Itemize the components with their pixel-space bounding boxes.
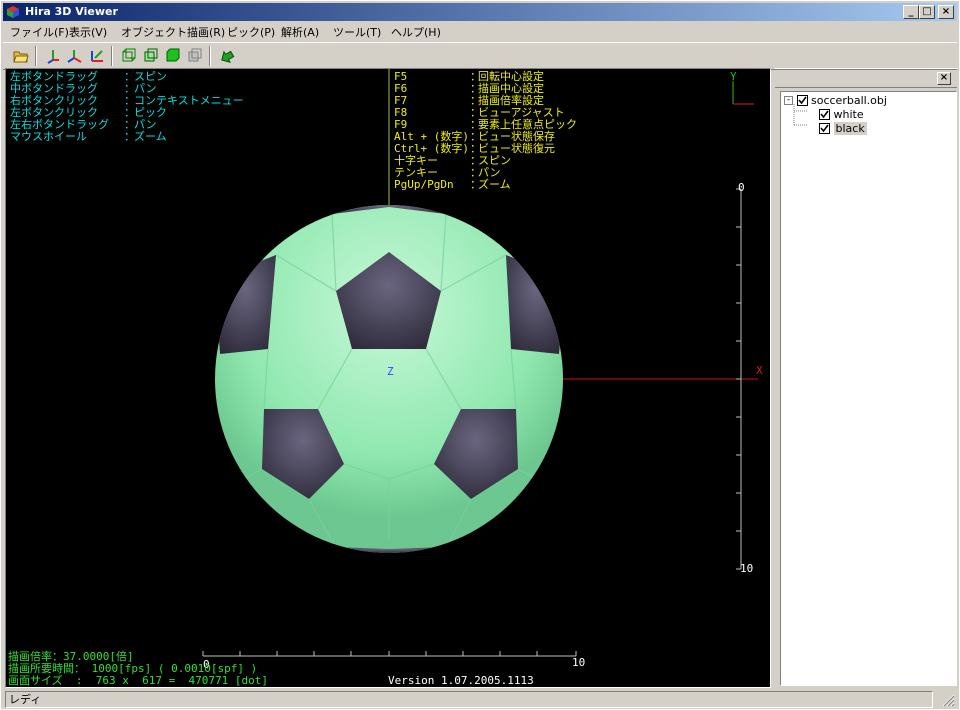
maximize-icon: □	[922, 6, 932, 17]
resize-grip-icon[interactable]	[941, 693, 955, 707]
help-key: PgUp/PgDn	[394, 178, 454, 191]
version-label: Version 1.07.2005.1113	[388, 674, 534, 687]
z-axis-label: Z	[387, 365, 394, 378]
ruler-v-bottom-label: 10	[740, 562, 754, 575]
axis-y-icon	[47, 50, 59, 64]
wire-cube-button[interactable]	[141, 46, 161, 66]
tree-root-node[interactable]: - soccerball.obj	[784, 94, 887, 108]
tree-child-label: black	[833, 122, 867, 135]
tree-child-white[interactable]: white	[819, 108, 864, 122]
scene-canvas[interactable]	[6, 69, 771, 688]
wire-cube-icon	[144, 48, 158, 62]
tree-root-label: soccerball.obj	[811, 94, 887, 107]
app-window: Hira 3D Viewer _ □ × ファイル(F) 表示(V) オブジェク…	[0, 0, 960, 710]
horizontal-ruler	[202, 651, 577, 657]
screen-size-stat: 画面サイズ : 763 x 617 = 470771 [dot]	[8, 674, 268, 687]
gizmo-y-label: Y	[730, 70, 737, 83]
close-icon: ×	[941, 6, 951, 17]
close-button[interactable]: ×	[938, 5, 954, 19]
solid-cube-button[interactable]	[163, 46, 183, 66]
3d-viewport[interactable]: Y X Z 0 10 0 10 左ボタンドラッグ：スピン 中ボタンドラッグ：パン…	[5, 68, 771, 688]
toolbar-separator	[111, 46, 113, 66]
minimize-icon: _	[908, 6, 914, 17]
check-icon	[820, 124, 829, 132]
wireframe-button[interactable]	[119, 46, 139, 66]
tree-child-black[interactable]: black	[819, 122, 867, 136]
tree-child-label: white	[833, 108, 864, 121]
ruler-h-right-label: 10	[572, 656, 586, 669]
help-action: ズーム	[134, 130, 167, 143]
axis-zx-icon	[91, 50, 103, 62]
minimize-button[interactable]: _	[903, 5, 919, 19]
arrow-button[interactable]	[217, 46, 237, 66]
menu-help[interactable]: ヘルプ(H)	[391, 24, 441, 40]
app-icon	[7, 6, 19, 18]
ruler-v-top-label: 0	[738, 181, 745, 194]
status-bar: レディ	[3, 689, 957, 709]
panel-header: ×	[775, 68, 957, 88]
toolbar	[3, 42, 957, 70]
axis-xy-button[interactable]	[65, 46, 85, 66]
title-bar[interactable]: Hira 3D Viewer _ □ ×	[3, 3, 957, 21]
object-tree-panel: × - soccerball.obj white black	[775, 68, 957, 688]
menu-bar: ファイル(F) 表示(V) オブジェクト描画(R) ピック(P) 解析(A) ツ…	[3, 22, 957, 41]
help-action: ズーム	[478, 178, 511, 191]
open-file-icon	[13, 51, 29, 63]
status-text: レディ	[9, 693, 42, 706]
disabled-cube-button[interactable]	[185, 46, 205, 66]
panel-close-button[interactable]: ×	[937, 72, 951, 85]
check-icon	[820, 110, 829, 118]
vertical-ruler	[736, 188, 742, 570]
menu-view[interactable]: 表示(V)	[69, 24, 107, 40]
menu-analysis[interactable]: 解析(A)	[281, 24, 319, 40]
axis-y-button[interactable]	[43, 46, 63, 66]
menu-object-render[interactable]: オブジェクト描画(R)	[121, 24, 225, 40]
x-axis-label: X	[756, 364, 763, 377]
black-checkbox[interactable]	[819, 122, 830, 134]
collapse-icon[interactable]: -	[784, 95, 793, 105]
open-button[interactable]	[11, 46, 31, 66]
wireframe-icon	[122, 48, 136, 62]
help-key: マウスホイール	[10, 130, 87, 143]
status-pane: レディ	[5, 691, 933, 708]
menu-pick[interactable]: ピック(P)	[227, 24, 275, 40]
axis-gizmo	[732, 81, 754, 105]
object-tree[interactable]: - soccerball.obj white black	[780, 91, 957, 686]
toolbar-separator	[209, 46, 211, 66]
toolbar-separator	[35, 46, 37, 66]
axis-xy-icon	[67, 50, 82, 63]
root-checkbox[interactable]	[796, 94, 808, 106]
disabled-cube-icon	[188, 48, 202, 62]
white-checkbox[interactable]	[819, 108, 830, 120]
maximize-button[interactable]: □	[919, 5, 935, 19]
window-title: Hira 3D Viewer	[25, 5, 118, 18]
arrow-icon	[221, 50, 235, 63]
check-icon	[797, 96, 807, 104]
close-icon: ×	[939, 72, 949, 83]
menu-tools[interactable]: ツール(T)	[333, 24, 381, 40]
axis-zx-button[interactable]	[87, 46, 107, 66]
menu-file[interactable]: ファイル(F)	[10, 24, 69, 40]
solid-cube-icon	[166, 48, 180, 62]
